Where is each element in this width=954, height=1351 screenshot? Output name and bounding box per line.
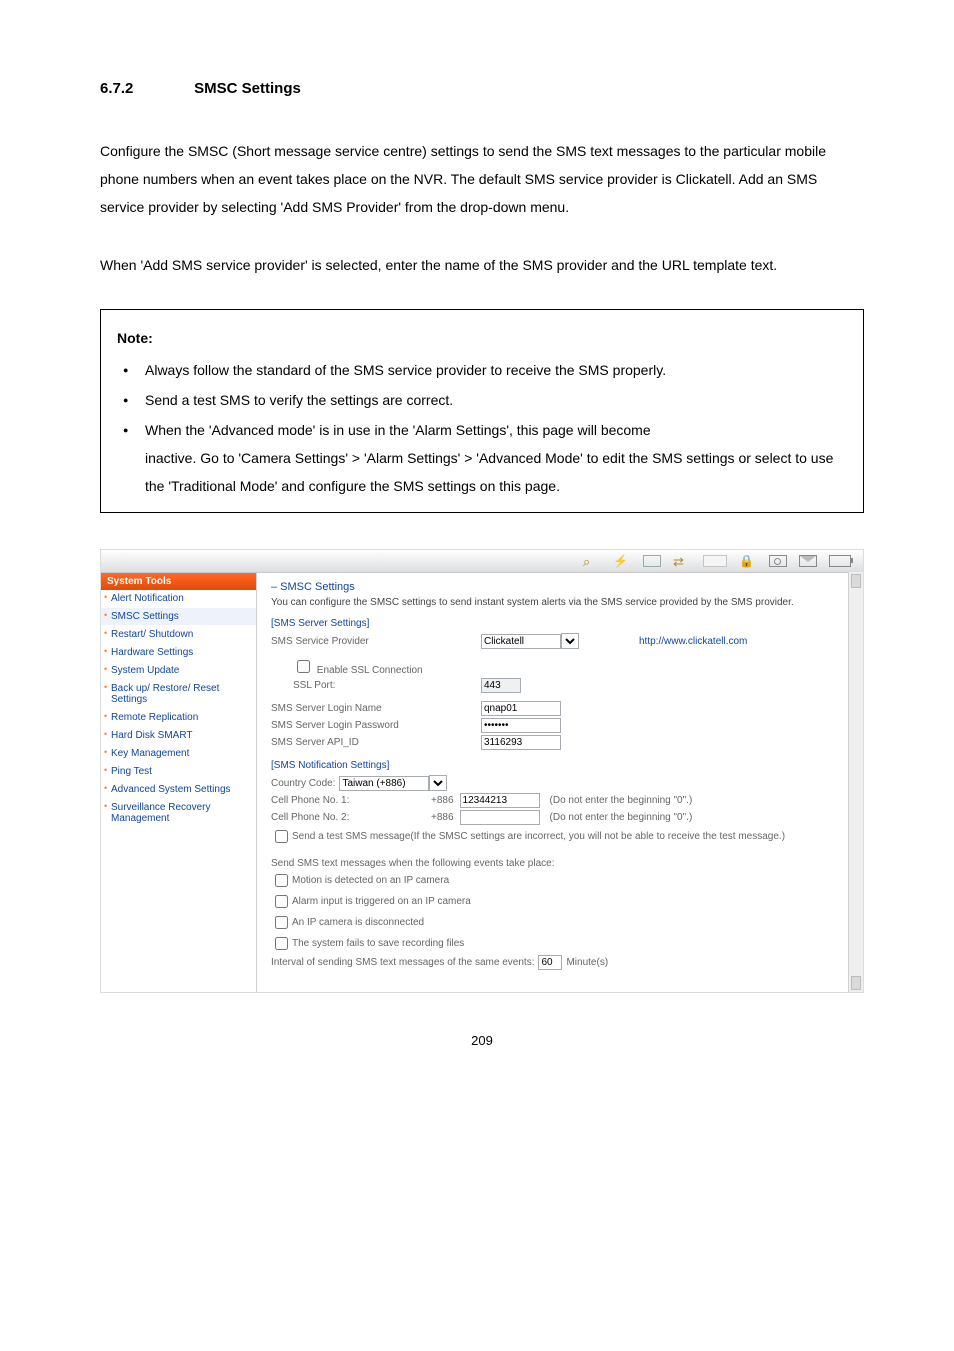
sidebar-item-alert-notification[interactable]: Alert Notification <box>101 590 256 608</box>
api-id-input[interactable] <box>481 735 561 750</box>
ssl-port-label: SSL Port: <box>271 680 481 691</box>
cell1-label: Cell Phone No. 1: <box>271 795 431 806</box>
sms-provider-label: SMS Service Provider <box>271 636 481 647</box>
cell1-hint: (Do not enter the beginning "0".) <box>550 795 693 806</box>
note-bullet-2: Send a test SMS to verify the settings a… <box>117 386 847 414</box>
sidebar-heading: System Tools <box>101 573 256 590</box>
section-number: 6.7.2 <box>100 80 190 97</box>
country-code-select[interactable] <box>429 775 447 791</box>
embedded-screenshot: ⌕ ⚡ ⇄ 🔒 System Tools Alert NotificationS… <box>100 549 864 993</box>
expand-icon[interactable] <box>643 555 661 567</box>
note-box: Note: Always follow the standard of the … <box>100 309 864 513</box>
main-description: You can configure the SMSC settings to s… <box>271 597 849 608</box>
sidebar: System Tools Alert NotificationSMSC Sett… <box>101 573 257 992</box>
login-name-input[interactable] <box>481 701 561 716</box>
swap-icon[interactable]: ⇄ <box>673 554 691 568</box>
sidebar-item-remote-replication[interactable]: Remote Replication <box>101 709 256 727</box>
sms-notification-title: [SMS Notification Settings] <box>271 760 849 771</box>
interval-label-b: Minute(s) <box>566 957 608 968</box>
send-test-sms-warning: (If the SMSC settings are incorrect, you… <box>410 831 785 842</box>
sidebar-item-system-update[interactable]: System Update <box>101 662 256 680</box>
cell2-prefix: +886 <box>431 812 454 823</box>
section-heading: 6.7.2 SMSC Settings <box>100 80 864 97</box>
note-bullet-1: Always follow the standard of the SMS se… <box>117 356 847 384</box>
sidebar-item-smsc-settings[interactable]: SMSC Settings <box>101 608 256 626</box>
main-heading: – SMSC Settings <box>271 581 849 593</box>
mail-icon[interactable] <box>799 555 817 567</box>
cell2-input[interactable] <box>460 810 540 825</box>
enable-ssl-checkbox[interactable] <box>297 660 310 673</box>
send-test-sms-label: Send a test SMS message <box>292 831 410 842</box>
events-intro: Send SMS text messages when the followin… <box>271 858 849 869</box>
sidebar-item-back-up-restore-reset-settings[interactable]: Back up/ Restore/ Reset Settings <box>101 680 256 709</box>
login-password-input[interactable] <box>481 718 561 733</box>
event-savefail-checkbox[interactable] <box>275 937 288 950</box>
cell1-prefix: +886 <box>431 795 454 806</box>
event-motion-label: Motion is detected on an IP camera <box>292 875 449 886</box>
clickatell-link[interactable]: http://www.clickatell.com <box>639 636 747 647</box>
sms-server-settings-title: [SMS Server Settings] <box>271 618 849 629</box>
cell2-label: Cell Phone No. 2: <box>271 812 431 823</box>
send-test-sms-checkbox[interactable] <box>275 830 288 843</box>
sidebar-item-advanced-system-settings[interactable]: Advanced System Settings <box>101 781 256 799</box>
sidebar-item-surveillance-recovery-management[interactable]: Surveillance Recovery Management <box>101 799 256 828</box>
progress-icon[interactable] <box>703 555 727 567</box>
paragraph-2: When 'Add SMS service provider' is selec… <box>100 251 864 279</box>
note-heading: Note: <box>117 324 847 352</box>
section-title-text: SMSC Settings <box>194 80 301 97</box>
scrollbar[interactable] <box>848 572 863 992</box>
sidebar-item-restart-shutdown[interactable]: Restart/ Shutdown <box>101 626 256 644</box>
event-disconnect-label: An IP camera is disconnected <box>292 917 424 928</box>
sidebar-item-ping-test[interactable]: Ping Test <box>101 763 256 781</box>
lightning-icon[interactable]: ⚡ <box>613 554 631 568</box>
note-bullet-3: When the 'Advanced mode' is in use in th… <box>117 416 847 500</box>
event-motion-checkbox[interactable] <box>275 874 288 887</box>
magnifier-icon[interactable]: ⌕ <box>583 554 601 568</box>
interval-input[interactable] <box>538 955 562 970</box>
cell1-input[interactable] <box>460 793 540 808</box>
country-code-input[interactable] <box>339 776 429 791</box>
sidebar-item-hard-disk-smart[interactable]: Hard Disk SMART <box>101 727 256 745</box>
paragraph-1: Configure the SMSC (Short message servic… <box>100 137 864 221</box>
api-id-label: SMS Server API_ID <box>271 737 481 748</box>
screenshot-main: – SMSC Settings You can configure the SM… <box>257 573 863 992</box>
sidebar-item-key-management[interactable]: Key Management <box>101 745 256 763</box>
event-disconnect-checkbox[interactable] <box>275 916 288 929</box>
sidebar-item-hardware-settings[interactable]: Hardware Settings <box>101 644 256 662</box>
enable-ssl-label: Enable SSL Connection <box>317 665 423 676</box>
battery-icon[interactable] <box>829 555 851 567</box>
page-number: 209 <box>100 1033 864 1048</box>
cell2-hint: (Do not enter the beginning "0".) <box>550 812 693 823</box>
sms-provider-select[interactable] <box>561 633 579 649</box>
country-code-label: Country Code: <box>271 778 335 789</box>
ssl-port-input[interactable] <box>481 678 521 693</box>
sms-provider-input[interactable] <box>481 634 561 649</box>
event-savefail-label: The system fails to save recording files <box>292 938 464 949</box>
lock-icon[interactable]: 🔒 <box>739 554 757 568</box>
event-alarm-checkbox[interactable] <box>275 895 288 908</box>
event-alarm-label: Alarm input is triggered on an IP camera <box>292 896 471 907</box>
login-password-label: SMS Server Login Password <box>271 720 481 731</box>
screenshot-toolbar: ⌕ ⚡ ⇄ 🔒 <box>101 550 863 573</box>
camera-icon[interactable] <box>769 555 787 567</box>
interval-label-a: Interval of sending SMS text messages of… <box>271 957 534 968</box>
login-name-label: SMS Server Login Name <box>271 703 481 714</box>
